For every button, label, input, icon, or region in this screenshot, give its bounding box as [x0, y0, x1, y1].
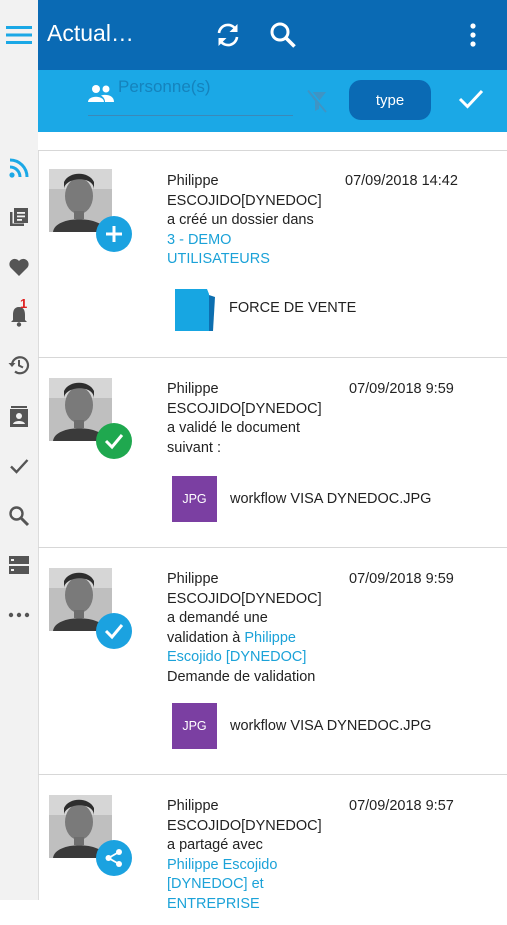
timestamp: 07/09/2018 9:59	[349, 381, 454, 397]
filter-bar: type	[38, 70, 507, 132]
action-text: a validé le document	[167, 420, 300, 436]
type-filter-button[interactable]: type	[349, 80, 431, 120]
rss-feed-icon[interactable]	[7, 156, 31, 180]
search-icon[interactable]	[7, 504, 31, 528]
timestamp: 07/09/2018 9:59	[349, 571, 454, 587]
app-header: Actual…	[38, 0, 507, 70]
jpg-file-icon: JPG	[172, 476, 217, 522]
recipient-link-continued[interactable]: [DYNEDOC] et	[167, 875, 337, 895]
checkmark-icon[interactable]	[7, 454, 31, 478]
attached-folder[interactable]: FORCE DE VENTE	[172, 285, 356, 331]
recipient-link-continued[interactable]: ENTREPRISE	[167, 895, 337, 915]
action-text: a partagé avec	[167, 837, 263, 853]
action-text-continued: suivant :	[167, 439, 221, 456]
attached-document[interactable]: JPG workflow VISA DYNEDOC.JPG	[172, 476, 431, 522]
feed-item[interactable]: Philippe ESCOJIDO[DYNEDOC] a validé le d…	[38, 358, 507, 548]
author-name-suffix: ESCOJIDO[DYNEDOC]	[167, 817, 322, 834]
bell-icon[interactable]: 1	[7, 296, 31, 328]
feed-item[interactable]: Philippe ESCOJIDO[DYNEDOC] a créé un dos…	[38, 151, 507, 358]
timestamp: 07/09/2018 14:42	[345, 173, 458, 189]
search-icon[interactable]	[269, 21, 297, 49]
folder-name: FORCE DE VENTE	[229, 300, 357, 316]
share-icon	[96, 840, 132, 876]
folder-link[interactable]: 3 - DEMO	[167, 231, 337, 251]
people-icon	[88, 84, 114, 107]
person-filter-input[interactable]	[116, 76, 280, 98]
folder-link-continued[interactable]: UTILISATEURS	[167, 250, 337, 270]
feed-item-text: Philippe ESCOJIDO[DYNEDOC] a créé un dos…	[167, 172, 337, 270]
hamburger-menu-icon[interactable]	[0, 0, 38, 70]
clear-filter-icon[interactable]	[306, 89, 329, 118]
notification-count-badge: 1	[20, 296, 28, 311]
feed-item[interactable]: Philippe ESCOJIDO[DYNEDOC] a demandé une…	[38, 548, 507, 775]
storage-icon[interactable]	[7, 553, 31, 577]
history-icon[interactable]	[7, 353, 31, 377]
feed-item-text: Philippe ESCOJIDO[DYNEDOC] a partagé ave…	[167, 797, 337, 914]
document-name: workflow VISA DYNEDOC.JPG	[230, 718, 432, 734]
more-options-icon[interactable]	[7, 603, 31, 627]
heart-icon[interactable]	[7, 255, 31, 279]
author-name-suffix: ESCOJIDO[DYNEDOC]	[167, 192, 322, 209]
overflow-menu-icon[interactable]	[459, 21, 487, 49]
folder-icon	[172, 285, 217, 331]
check-icon	[96, 423, 132, 459]
author-name: Philippe	[167, 173, 219, 189]
contact-card-icon[interactable]	[7, 405, 31, 429]
author-name-suffix: ESCOJIDO[DYNEDOC]	[167, 590, 322, 607]
library-icon[interactable]	[7, 205, 31, 229]
recipient-link-continued[interactable]: Escojido [DYNEDOC]	[167, 648, 337, 668]
refresh-icon[interactable]	[214, 21, 242, 49]
attached-document[interactable]: JPG workflow VISA DYNEDOC.JPG	[172, 703, 431, 749]
action-text-continued: validation à	[167, 629, 241, 646]
author-name: Philippe	[167, 571, 219, 587]
person-input-underline	[88, 115, 293, 116]
filter-divider	[38, 132, 507, 151]
plus-icon	[96, 216, 132, 252]
activity-feed: Philippe ESCOJIDO[DYNEDOC] a créé un dos…	[38, 151, 507, 925]
author-name-suffix: ESCOJIDO[DYNEDOC]	[167, 400, 322, 417]
recipient-link[interactable]: Philippe	[244, 630, 296, 646]
author-name: Philippe	[167, 381, 219, 397]
apply-filter-icon[interactable]	[457, 86, 485, 117]
feed-item-text: Philippe ESCOJIDO[DYNEDOC] a demandé une…	[167, 570, 337, 687]
jpg-file-icon: JPG	[172, 703, 217, 749]
feed-item[interactable]: Philippe ESCOJIDO[DYNEDOC] a partagé ave…	[38, 775, 507, 925]
action-text: a créé un dossier dans	[167, 212, 314, 228]
left-rail: 1	[0, 0, 39, 900]
request-note: Demande de validation	[167, 668, 316, 685]
page-title: Actual…	[47, 20, 134, 46]
feed-item-text: Philippe ESCOJIDO[DYNEDOC] a validé le d…	[167, 380, 337, 458]
action-text: a demandé une	[167, 610, 268, 626]
author-name: Philippe	[167, 798, 219, 814]
document-name: workflow VISA DYNEDOC.JPG	[230, 491, 432, 507]
check-icon	[96, 613, 132, 649]
recipient-link[interactable]: Philippe Escojido	[167, 856, 337, 876]
timestamp: 07/09/2018 9:57	[349, 798, 454, 814]
